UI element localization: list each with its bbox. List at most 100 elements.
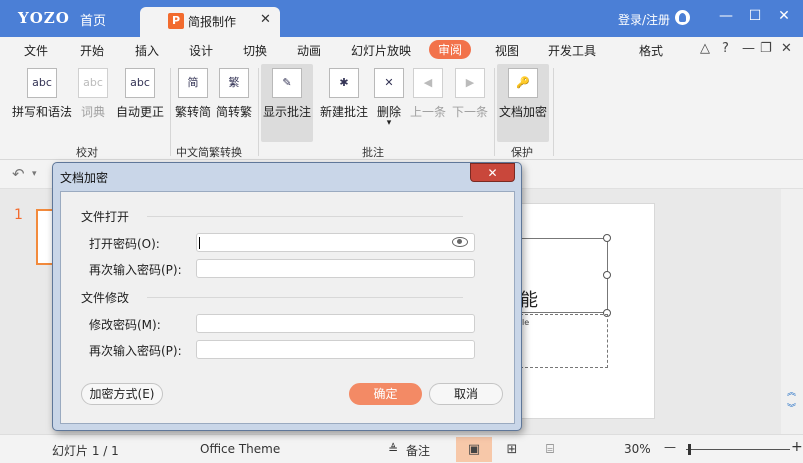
- previous-comment-button[interactable]: ◀ 上一条: [408, 64, 448, 120]
- section-divider: [147, 297, 463, 298]
- close-window-button[interactable]: ✕: [774, 8, 794, 24]
- zoom-out-button[interactable]: —: [664, 440, 676, 454]
- menu-file[interactable]: 文件: [24, 42, 48, 59]
- dictionary-button[interactable]: abc 词典: [76, 64, 110, 120]
- key-icon: 🔑: [508, 68, 538, 98]
- reenter-modify-password-field[interactable]: [196, 340, 475, 359]
- delete-comment-button[interactable]: ✕ 删除 ▾: [374, 64, 404, 128]
- minimize-doc-icon[interactable]: —: [742, 41, 755, 56]
- scroll-up-icon[interactable]: ︽: [787, 385, 796, 398]
- menu-transition[interactable]: 切换: [243, 42, 267, 59]
- group-label-protect: 保护: [511, 146, 533, 159]
- simp-to-trad-button[interactable]: 繁 简转繁: [214, 64, 254, 120]
- menu-slideshow[interactable]: 幻灯片放映: [351, 42, 411, 59]
- menu-start[interactable]: 开始: [80, 42, 104, 59]
- reenter-open-password-label: 再次输入密码(P):: [89, 263, 182, 277]
- menu-review[interactable]: 审阅: [429, 40, 472, 59]
- scroll-down-icon[interactable]: ︾: [787, 401, 796, 414]
- trad-to-simp-button[interactable]: 简 繁转简: [173, 64, 213, 120]
- spell-grammar-button[interactable]: abc 拼写和语法: [10, 64, 74, 120]
- text-caret: [199, 237, 200, 249]
- slideshow-view-button[interactable]: ⌸: [532, 437, 568, 462]
- ribbon-separator: [258, 68, 259, 156]
- modify-section-label: 文件修改: [81, 291, 130, 305]
- modify-password-field[interactable]: [196, 314, 475, 333]
- zoom-slider-thumb[interactable]: [688, 444, 691, 455]
- collapse-ribbon-icon[interactable]: △: [700, 41, 710, 56]
- encrypt-method-button[interactable]: 加密方式(E): [81, 383, 163, 405]
- ribbon-separator: [553, 68, 554, 156]
- help-icon[interactable]: ?: [722, 41, 729, 56]
- menu-bar: 文件 开始 插入 设计 切换 动画 幻灯片放映 审阅 视图 开发工具 格式 △ …: [0, 37, 803, 62]
- menu-format[interactable]: 格式: [639, 42, 663, 59]
- zoom-level: 30%: [624, 442, 651, 456]
- ribbon: abc 拼写和语法 abc 词典 abc 自动更正 校对 简 繁转简 繁 简转繁…: [0, 62, 803, 160]
- cancel-button[interactable]: 取消: [429, 383, 503, 405]
- document-tab[interactable]: P 简报制作 ✕: [140, 7, 280, 37]
- notes-button[interactable]: 备注: [406, 442, 430, 459]
- dialog-close-button[interactable]: ✕: [470, 163, 515, 182]
- open-password-field[interactable]: [196, 233, 475, 252]
- vertical-scrollbar[interactable]: ︽ ︾: [781, 189, 803, 434]
- presentation-icon: P: [168, 13, 184, 29]
- notes-icon[interactable]: ≜: [388, 442, 398, 456]
- simp-to-trad-label: 简转繁: [215, 105, 252, 119]
- section-divider: [147, 216, 463, 217]
- undo-dropdown-icon[interactable]: ▾: [32, 169, 37, 179]
- theme-name: Office Theme: [200, 442, 281, 456]
- encrypt-document-label: 文档加密: [498, 105, 547, 119]
- slide-sorter-button[interactable]: ⊞: [494, 437, 530, 462]
- login-link[interactable]: 登录/注册: [618, 11, 670, 28]
- menu-developer[interactable]: 开发工具: [548, 42, 596, 59]
- undo-icon[interactable]: ↶: [12, 165, 25, 183]
- normal-view-button[interactable]: ▣: [456, 437, 492, 462]
- ok-button[interactable]: 确定: [349, 383, 422, 405]
- next-comment-button[interactable]: ▶ 下一条: [450, 64, 490, 120]
- status-bar: 幻灯片 1 / 1 Office Theme ≜ 备注 ▣ ⊞ ⌸ 30% — …: [0, 434, 803, 463]
- show-comments-label: 显示批注: [262, 105, 311, 119]
- show-comments-button[interactable]: ✎ 显示批注: [261, 64, 313, 142]
- menu-insert[interactable]: 插入: [135, 42, 159, 59]
- slide-subtitle-text: le: [522, 318, 530, 327]
- reenter-open-password-field[interactable]: [196, 259, 475, 278]
- menu-view[interactable]: 视图: [495, 42, 519, 59]
- maximize-button[interactable]: ☐: [745, 8, 765, 24]
- minimize-button[interactable]: —: [716, 8, 736, 24]
- encrypt-document-button[interactable]: 🔑 文档加密: [497, 64, 549, 142]
- modify-password-label: 修改密码(M):: [89, 318, 161, 332]
- menu-animation[interactable]: 动画: [297, 42, 321, 59]
- open-password-label: 打开密码(O):: [89, 237, 160, 251]
- resize-handle[interactable]: [603, 271, 611, 279]
- restore-doc-icon[interactable]: ❐: [760, 41, 772, 56]
- slide-number: 1: [14, 207, 23, 223]
- app-logo: YOZO: [18, 9, 70, 27]
- open-section-label: 文件打开: [81, 210, 130, 224]
- document-tab-title: 简报制作: [188, 15, 237, 29]
- encrypt-dialog: 文档加密 ✕ 文件打开 打开密码(O): 再次输入密码(P): 文件修改 修改密…: [52, 162, 522, 431]
- new-comment-label: 新建批注: [319, 105, 368, 119]
- zoom-slider[interactable]: [686, 449, 790, 450]
- close-tab-icon[interactable]: ✕: [260, 12, 271, 27]
- close-doc-icon[interactable]: ✕: [781, 41, 792, 56]
- new-comment-button[interactable]: ✱ 新建批注: [318, 64, 370, 120]
- group-label-proofing: 校对: [76, 146, 98, 159]
- next-label: 下一条: [451, 105, 488, 119]
- home-tab[interactable]: 首页: [80, 10, 106, 29]
- previous-label: 上一条: [409, 105, 446, 119]
- title-bar: YOZO 首页 P 简报制作 ✕ 登录/注册 — ☐ ✕: [0, 0, 803, 37]
- autocorrect-icon: abc: [125, 68, 155, 98]
- zoom-in-button[interactable]: +: [791, 439, 803, 455]
- group-label-comments: 批注: [362, 146, 384, 159]
- autocorrect-button[interactable]: abc 自动更正: [114, 64, 166, 120]
- next-icon: ▶: [455, 68, 485, 98]
- resize-handle[interactable]: [603, 234, 611, 242]
- group-label-chinese-conversion: 中文简繁转换: [176, 146, 242, 159]
- dictionary-icon: abc: [78, 68, 108, 98]
- menu-design[interactable]: 设计: [189, 42, 213, 59]
- eye-icon[interactable]: [452, 237, 468, 247]
- show-comments-icon: ✎: [272, 68, 302, 98]
- dialog-body: 文件打开 打开密码(O): 再次输入密码(P): 文件修改 修改密码(M): 再…: [60, 191, 515, 424]
- delete-icon: ✕: [374, 68, 404, 98]
- user-icon[interactable]: [675, 10, 690, 25]
- traditional-icon: 繁: [219, 68, 249, 98]
